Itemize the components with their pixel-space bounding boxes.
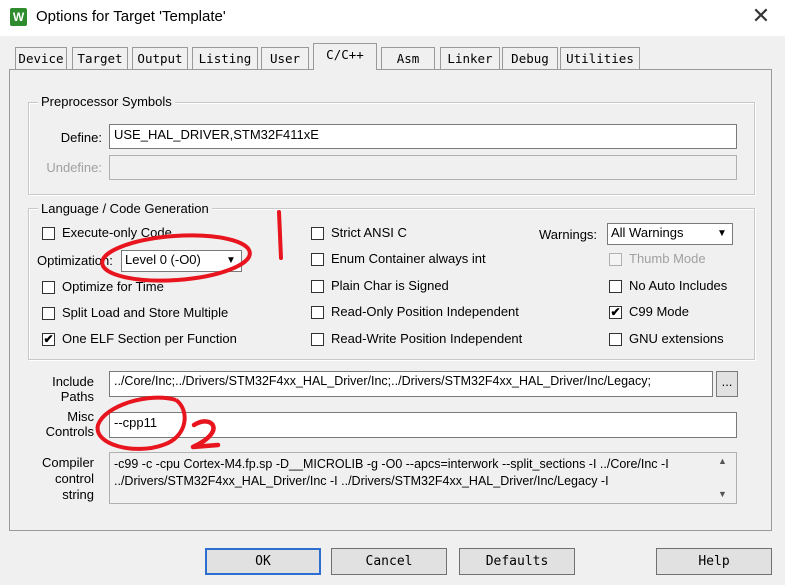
compiler-control-line1: -c99 -c -cpu Cortex-M4.fp.sp -D__MICROLI… (114, 457, 669, 471)
no-auto-includes-checkbox[interactable] (609, 280, 622, 293)
tab-target[interactable]: Target (72, 47, 128, 69)
rw-pi-label: Read-Write Position Independent (331, 331, 523, 346)
optimization-value: Level 0 (-O0) (125, 252, 201, 267)
strict-ansi-checkbox[interactable] (311, 227, 324, 240)
ro-pi-checkbox[interactable] (311, 306, 324, 319)
rw-pi-checkbox[interactable] (311, 333, 324, 346)
tab-device[interactable]: Device (15, 47, 67, 69)
thumb-mode-label: Thumb Mode (629, 251, 706, 266)
tab-debug[interactable]: Debug (502, 47, 558, 69)
scroll-up-icon[interactable]: ▲ (718, 456, 727, 466)
thumb-mode-checkbox (609, 253, 622, 266)
chevron-down-icon: ▼ (717, 228, 727, 239)
help-button[interactable]: Help (656, 548, 772, 575)
compiler-control-textarea: -c99 -c -cpu Cortex-M4.fp.sp -D__MICROLI… (109, 452, 737, 504)
optimization-select[interactable]: Level 0 (-O0) ▼ (121, 250, 242, 272)
plain-char-checkbox[interactable] (311, 280, 324, 293)
optimize-time-label: Optimize for Time (62, 279, 164, 294)
execute-only-label: Execute-only Code (62, 225, 172, 240)
window-title: Options for Target 'Template' (36, 8, 226, 25)
optimization-label: Optimization: (37, 253, 113, 268)
ok-button[interactable]: OK (205, 548, 321, 575)
ro-pi-label: Read-Only Position Independent (331, 304, 519, 319)
c99-mode-label: C99 Mode (629, 304, 689, 319)
tab-utilities[interactable]: Utilities (560, 47, 640, 69)
plain-char-label: Plain Char is Signed (331, 278, 449, 293)
enum-container-checkbox[interactable] (311, 253, 324, 266)
enum-container-label: Enum Container always int (331, 251, 486, 266)
include-paths-input[interactable]: ../Core/Inc;../Drivers/STM32F4xx_HAL_Dri… (109, 371, 713, 397)
chevron-down-icon: ▼ (226, 255, 236, 266)
split-load-checkbox[interactable] (42, 307, 55, 320)
cancel-button[interactable]: Cancel (331, 548, 447, 575)
tab-listing[interactable]: Listing (192, 47, 258, 69)
tab-cpp[interactable]: C/C++ (313, 43, 377, 70)
no-auto-includes-label: No Auto Includes (629, 278, 728, 293)
c99-mode-checkbox[interactable]: ✔ (609, 306, 622, 319)
close-icon[interactable]: ✕ (746, 3, 776, 29)
preprocessor-legend: Preprocessor Symbols (38, 94, 175, 109)
codegen-legend: Language / Code Generation (38, 201, 212, 216)
misc-controls-label: Misc Controls (45, 409, 94, 439)
title-bar: W Options for Target 'Template' ✕ (0, 0, 785, 36)
scroll-down-icon[interactable]: ▼ (718, 489, 727, 499)
split-load-label: Split Load and Store Multiple (62, 305, 229, 320)
warnings-value: All Warnings (611, 225, 684, 240)
strict-ansi-label: Strict ANSI C (331, 225, 407, 240)
define-label: Define: (60, 130, 102, 145)
defaults-button[interactable]: Defaults (459, 548, 575, 575)
tab-asm[interactable]: Asm (381, 47, 435, 69)
gnu-extensions-label: GNU extensions (629, 331, 724, 346)
define-input[interactable]: USE_HAL_DRIVER,STM32F411xE (109, 124, 737, 149)
undefine-input (109, 155, 737, 180)
warnings-label: Warnings: (539, 227, 598, 242)
check-icon: ✔ (610, 305, 621, 319)
warnings-select[interactable]: All Warnings ▼ (607, 223, 733, 245)
check-icon: ✔ (43, 332, 54, 346)
execute-only-checkbox[interactable] (42, 227, 55, 240)
include-paths-label: Include Paths (52, 374, 94, 404)
misc-controls-input[interactable]: --cpp11 (109, 412, 737, 438)
app-icon: W (10, 8, 27, 26)
tab-linker[interactable]: Linker (440, 47, 500, 69)
one-elf-label: One ELF Section per Function (62, 331, 237, 346)
optimize-time-checkbox[interactable] (42, 281, 55, 294)
undefine-label: Undefine: (46, 160, 102, 175)
browse-include-button[interactable]: ... (716, 371, 738, 397)
one-elf-checkbox[interactable]: ✔ (42, 333, 55, 346)
tab-user[interactable]: User (261, 47, 309, 69)
gnu-extensions-checkbox[interactable] (609, 333, 622, 346)
tab-output[interactable]: Output (132, 47, 188, 69)
compiler-control-line2: ../Drivers/STM32F4xx_HAL_Driver/Inc -I .… (114, 474, 609, 488)
compiler-control-label: Compiler control string (41, 455, 94, 502)
